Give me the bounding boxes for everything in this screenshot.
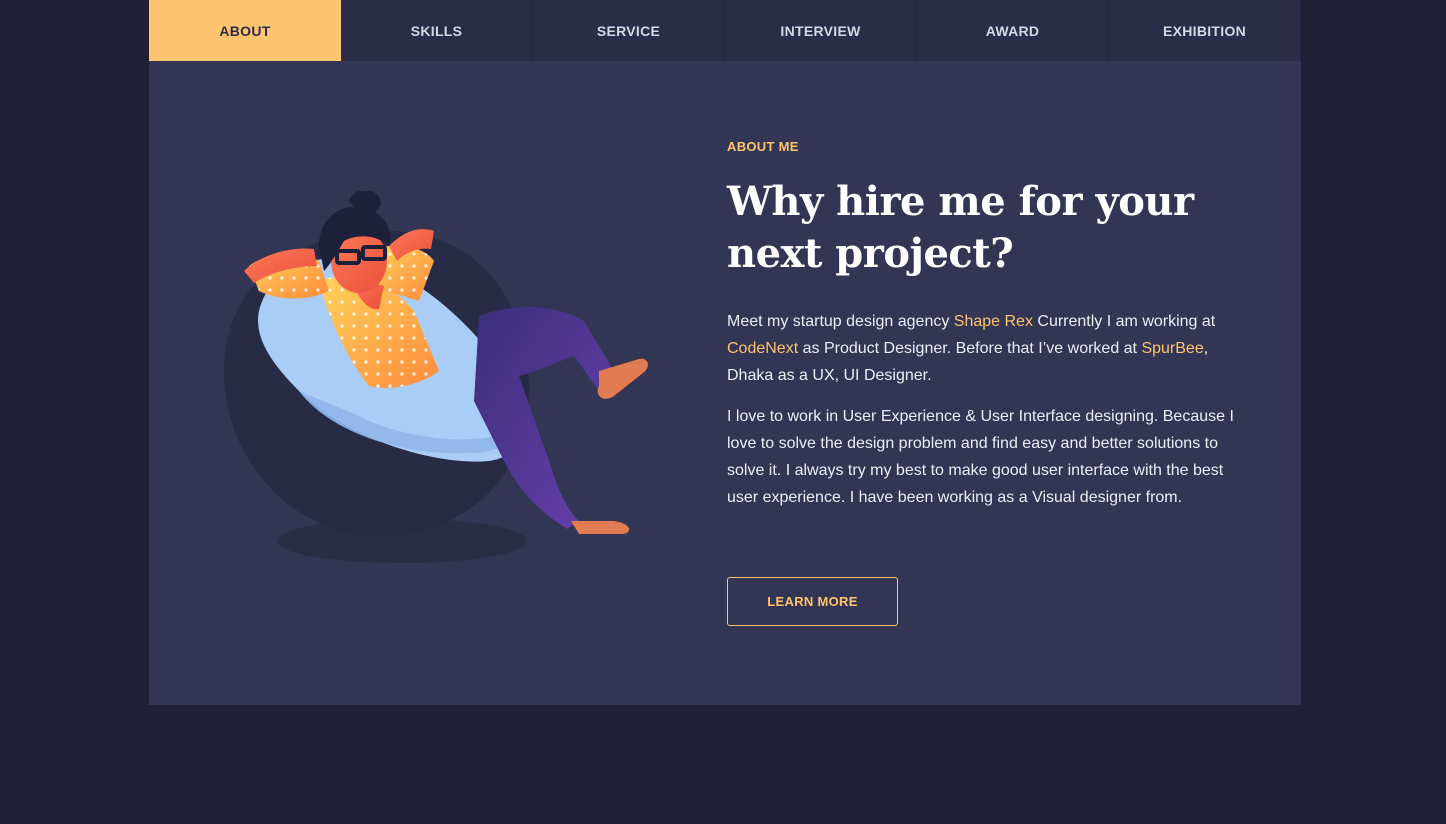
intro-text-2: Currently I am working at — [1032, 313, 1216, 330]
codenext-link[interactable]: CodeNext — [727, 340, 798, 357]
tab-about[interactable]: ABOUT — [149, 0, 341, 61]
intro-text-3: as Product Designer. Before that I’ve wo… — [798, 340, 1142, 357]
spurbee-link[interactable]: SpurBee — [1141, 340, 1203, 357]
section-eyebrow: ABOUT ME — [727, 139, 799, 154]
shape-rex-link[interactable]: Shape Rex — [954, 313, 1033, 330]
tab-interview[interactable]: INTERVIEW — [725, 0, 917, 61]
tab-award[interactable]: AWARD — [917, 0, 1109, 61]
tab-exhibition[interactable]: EXHIBITION — [1109, 0, 1301, 61]
tab-service[interactable]: SERVICE — [533, 0, 725, 61]
intro-paragraph: Meet my startup design agency Shape Rex … — [727, 308, 1257, 389]
about-section: ABOUT SKILLS SERVICE INTERVIEW AWARD EXH… — [149, 0, 1301, 705]
section-title: Why hire me for your next project? — [727, 178, 1194, 277]
description-paragraph: I love to work in User Experience & User… — [727, 408, 1234, 506]
about-panel: ABOUT ME Why hire me for your next proje… — [149, 61, 1301, 705]
learn-more-button[interactable]: LEARN MORE — [727, 577, 898, 626]
tab-skills[interactable]: SKILLS — [341, 0, 533, 61]
intro-text-1: Meet my startup design agency — [727, 313, 954, 330]
man-in-bean-bag-illustration — [224, 191, 648, 563]
about-content: ABOUT ME Why hire me for your next proje… — [727, 139, 1257, 511]
section-tabs: ABOUT SKILLS SERVICE INTERVIEW AWARD EXH… — [149, 0, 1301, 61]
